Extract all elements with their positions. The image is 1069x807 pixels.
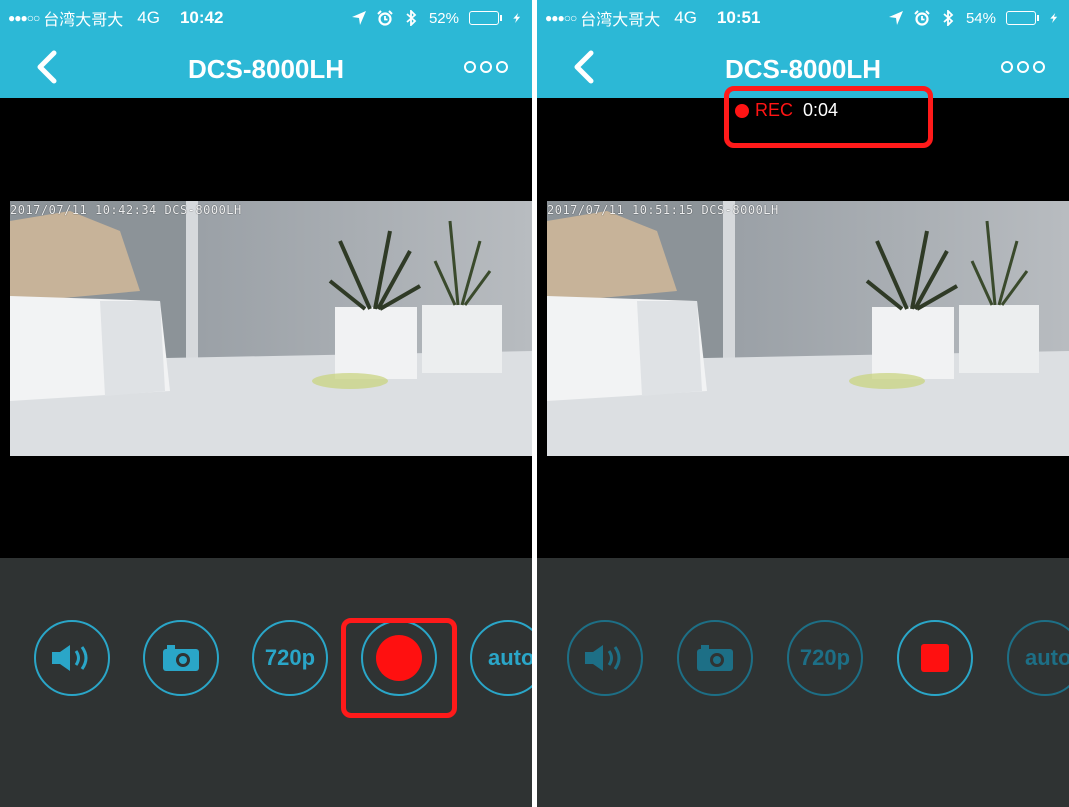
snapshot-button[interactable] bbox=[677, 620, 753, 696]
camera-feed[interactable]: 2017/07/11 10:51:15 DCS-8000LH bbox=[547, 201, 1069, 456]
speaker-icon bbox=[52, 645, 88, 671]
screen-recording-view: ●●●○○ 台湾大哥大 4G 10:51 54% DCS-8000LH REC … bbox=[537, 0, 1069, 807]
battery-percent: 52% bbox=[428, 9, 459, 27]
charging-bolt-icon bbox=[1050, 13, 1058, 23]
page-title: DCS-8000LH bbox=[187, 54, 345, 84]
camera-feed[interactable]: 2017/07/11 10:42:34 DCS-8000LH bbox=[10, 201, 532, 456]
resolution-button[interactable]: 720p bbox=[787, 620, 863, 696]
speaker-icon bbox=[585, 645, 621, 671]
speaker-button[interactable] bbox=[34, 620, 110, 696]
control-bar: 720p auto bbox=[537, 558, 1069, 807]
camera-icon bbox=[697, 645, 733, 671]
bluetooth-icon bbox=[943, 10, 954, 26]
stop-square-icon bbox=[921, 644, 949, 672]
screen-live-view: ●●●○○ 台湾大哥大 4G 10:42 52% DCS-8000LH 2017… bbox=[0, 0, 532, 807]
more-options-button[interactable] bbox=[462, 58, 510, 76]
camera-scene-image bbox=[10, 201, 532, 456]
battery-icon bbox=[1006, 11, 1039, 25]
status-bar: ●●●○○ 台湾大哥大 4G 10:51 54% bbox=[537, 0, 1069, 36]
auto-mode-button[interactable]: auto bbox=[1007, 620, 1069, 696]
bluetooth-icon bbox=[406, 10, 417, 26]
resolution-label: 720p bbox=[799, 645, 851, 670]
more-options-button[interactable] bbox=[999, 58, 1047, 76]
location-arrow-icon bbox=[351, 11, 366, 25]
resolution-button[interactable]: 720p bbox=[252, 620, 328, 696]
video-area: 2017/07/11 10:42:34 DCS-8000LH bbox=[0, 98, 532, 558]
status-bar: ●●●○○ 台湾大哥大 4G 10:42 52% bbox=[0, 0, 532, 36]
charging-bolt-icon bbox=[513, 13, 521, 23]
page-title: DCS-8000LH bbox=[724, 54, 882, 84]
signal-strength: ●●●○○ bbox=[8, 11, 40, 25]
auto-label: auto bbox=[1025, 645, 1069, 670]
video-timestamp: 2017/07/11 10:51:15 DCS-8000LH bbox=[547, 203, 779, 217]
app-header: DCS-8000LH bbox=[0, 36, 532, 98]
video-timestamp: 2017/07/11 10:42:34 DCS-8000LH bbox=[10, 203, 242, 217]
alarm-clock-icon bbox=[377, 10, 393, 26]
location-arrow-icon bbox=[888, 11, 903, 25]
record-button-highlight bbox=[341, 618, 457, 718]
status-time: 10:42 bbox=[179, 8, 224, 27]
alarm-clock-icon bbox=[914, 10, 930, 26]
status-time: 10:51 bbox=[716, 8, 761, 27]
auto-mode-button[interactable]: auto bbox=[470, 620, 532, 696]
battery-icon bbox=[469, 11, 502, 25]
network-type: 4G bbox=[137, 8, 160, 27]
carrier-name: 台湾大哥大 bbox=[43, 10, 124, 29]
speaker-button[interactable] bbox=[567, 620, 643, 696]
signal-strength: ●●●○○ bbox=[545, 11, 577, 25]
auto-label: auto bbox=[488, 645, 532, 670]
camera-icon bbox=[163, 645, 199, 671]
resolution-label: 720p bbox=[264, 645, 316, 670]
carrier-name: 台湾大哥大 bbox=[580, 10, 661, 29]
snapshot-button[interactable] bbox=[143, 620, 219, 696]
battery-percent: 54% bbox=[965, 9, 996, 27]
camera-scene-image bbox=[547, 201, 1069, 456]
recording-indicator-highlight bbox=[724, 86, 933, 148]
network-type: 4G bbox=[674, 8, 697, 27]
stop-record-button[interactable] bbox=[897, 620, 973, 696]
